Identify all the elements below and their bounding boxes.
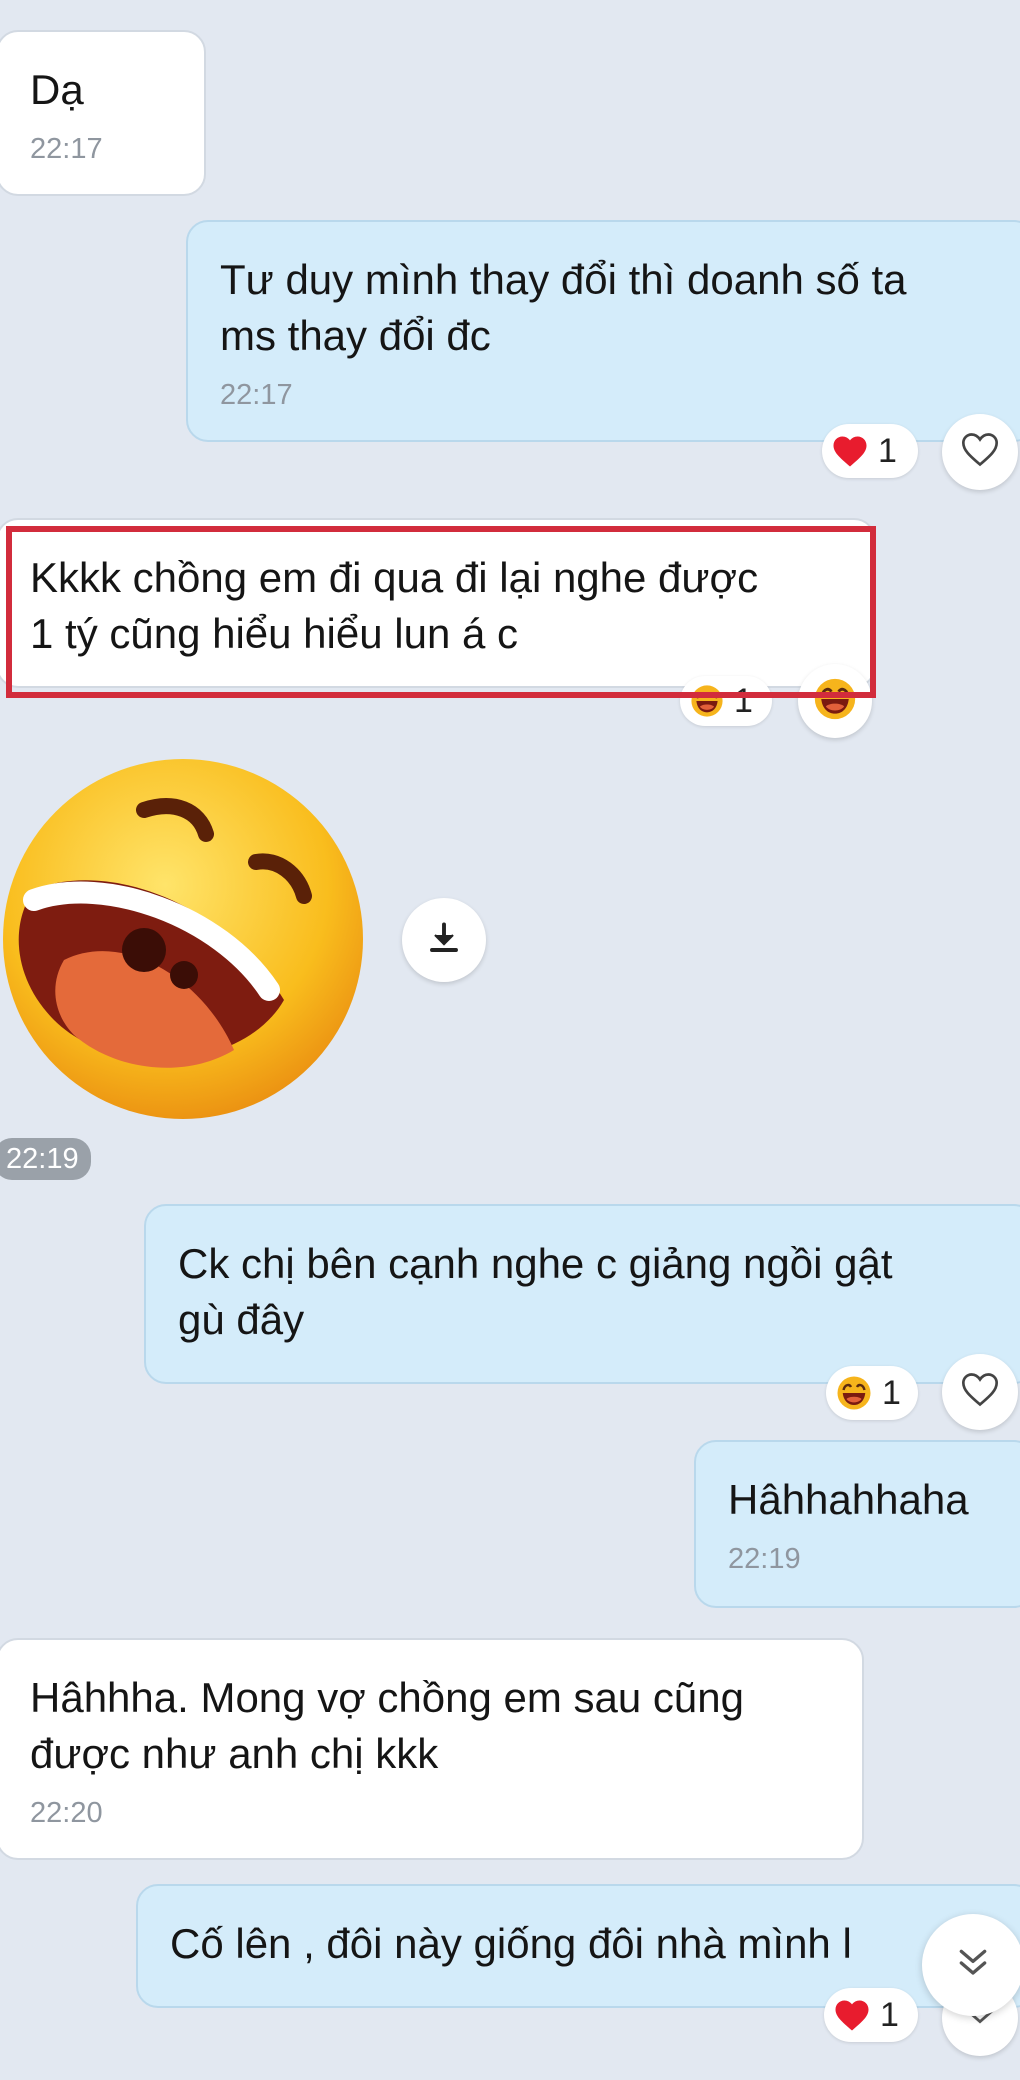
heart-outline-icon	[960, 1371, 1000, 1413]
message-time: 22:20	[30, 1797, 103, 1829]
scroll-to-bottom-button[interactable]	[922, 1914, 1020, 2016]
reaction-pill[interactable]: 1	[822, 424, 918, 478]
reaction-count: 1	[880, 1995, 899, 2034]
download-icon	[426, 920, 462, 961]
message-bubble-outgoing[interactable]: Tư duy mình thay đổi thì doanh số ta ms …	[186, 220, 1020, 442]
chevron-double-down-icon	[953, 1943, 993, 1988]
message-text: Dạ	[30, 66, 84, 113]
message-time: 22:19	[728, 1543, 801, 1575]
message-time: 22:17	[220, 379, 293, 411]
laughing-emoji-icon	[836, 1375, 872, 1411]
message-bubble-incoming[interactable]: Hâhhha. Mong vợ chồng em sau cũng được n…	[0, 1638, 864, 1860]
message-bubble-outgoing[interactable]: Hâhhahhaha 22:19	[694, 1440, 1020, 1608]
react-heart-button[interactable]	[942, 1354, 1018, 1430]
highlight-annotation-box	[6, 526, 876, 698]
download-button[interactable]	[402, 898, 486, 982]
reaction-pill[interactable]: 1	[826, 1366, 918, 1420]
heart-emoji-icon	[834, 1999, 870, 2032]
heart-outline-icon	[960, 431, 1000, 473]
sticker-laughing-face[interactable]	[0, 750, 372, 1128]
heart-emoji-icon	[832, 435, 868, 468]
reaction-pill[interactable]: 1	[824, 1988, 918, 2042]
message-text: Tư duy mình thay đổi thì doanh số ta ms …	[220, 256, 907, 359]
message-text: Cố lên , đôi này giống đôi nhà mình l	[170, 1920, 852, 1967]
sticker-time: 22:19	[0, 1138, 91, 1180]
message-bubble-incoming[interactable]: Dạ 22:17	[0, 30, 206, 196]
message-text: Hâhhahhaha	[728, 1476, 969, 1523]
reaction-count: 1	[878, 431, 897, 470]
reaction-count: 1	[882, 1373, 901, 1412]
message-text: Hâhhha. Mong vợ chồng em sau cũng được n…	[30, 1674, 744, 1777]
message-time: 22:17	[30, 133, 103, 165]
message-bubble-outgoing[interactable]: Ck chị bên cạnh nghe c giảng ngồi gật gù…	[144, 1204, 1020, 1384]
message-text: Ck chị bên cạnh nghe c giảng ngồi gật gù…	[178, 1240, 893, 1343]
react-heart-button[interactable]	[942, 414, 1018, 490]
